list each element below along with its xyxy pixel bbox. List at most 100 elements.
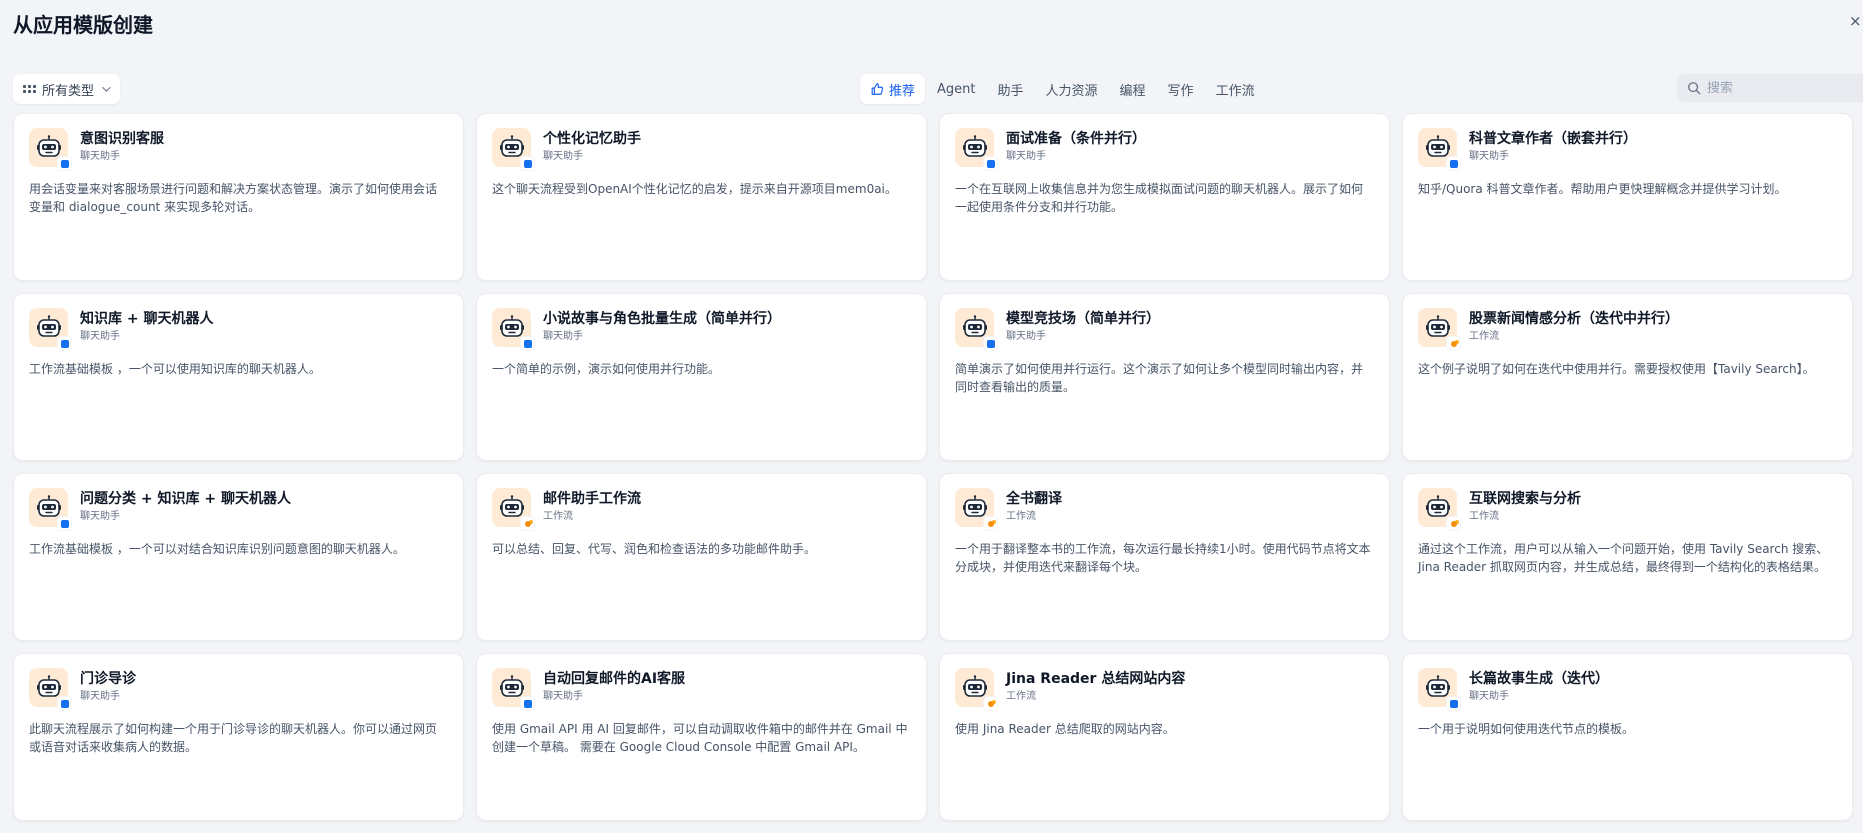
type-filter-dropdown[interactable]: 所有类型	[13, 74, 120, 104]
card-title: 知识库 + 聊天机器人	[80, 311, 214, 327]
tab-label: 助手	[997, 83, 1024, 99]
tab-0[interactable]: 推荐	[860, 74, 926, 104]
chat-badge-icon	[58, 517, 71, 530]
workflow-badge-icon	[1447, 517, 1460, 530]
card-description: 使用 Jina Reader 总结爬取的网站内容。	[955, 722, 1175, 736]
tab-1[interactable]: Agent	[927, 74, 985, 104]
tab-label: 写作	[1167, 83, 1194, 99]
card-description: 一个简单的示例，演示如何使用并行功能。	[492, 362, 721, 376]
chat-badge-icon	[984, 337, 997, 350]
robot-icon	[29, 308, 71, 350]
chat-badge-icon	[984, 157, 997, 170]
robot-icon	[492, 488, 534, 530]
tab-5[interactable]: 写作	[1158, 74, 1204, 104]
card-type: 工作流	[1006, 691, 1036, 702]
template-card[interactable]: 自动回复邮件的AI客服 聊天助手 使用 Gmail API 用 AI 回复邮件，可以…	[476, 653, 927, 821]
card-description: 简单演示了如何使用并行运行。这个演示了如何让多个模型同时输出内容，并同时查看输出…	[955, 362, 1364, 394]
card-title: 门诊导诊	[80, 671, 136, 687]
template-card[interactable]: 邮件助手工作流 工作流 可以总结、回复、代写、润色和检查语法的多功能邮件助手。	[476, 473, 927, 641]
card-header: 自动回复邮件的AI客服 聊天助手	[492, 668, 911, 710]
template-card[interactable]: 小说故事与角色批量生成（简单并行） 聊天助手一个简单的示例，演示如何使用并行功能。	[476, 293, 927, 461]
card-type: 聊天助手	[80, 331, 120, 342]
category-tabs: 推荐 Agent 助手 人力资源 编程 写作 工作流	[860, 74, 1265, 104]
template-card[interactable]: 科普文章作者（嵌套并行） 聊天助手知乎/Quora 科普文章作者。帮助用户更快理解…	[1402, 113, 1853, 281]
tab-4[interactable]: 编程	[1110, 74, 1156, 104]
tab-label: 工作流	[1215, 83, 1255, 99]
card-type: 聊天助手	[80, 511, 120, 522]
card-title: 面试准备（条件并行）	[1006, 131, 1146, 147]
card-description: 一个用于说明如何使用迭代节点的模板。	[1418, 722, 1635, 736]
card-header: 全书翻译 工作流	[955, 488, 1374, 530]
robot-icon	[29, 668, 71, 710]
card-description: 一个在互联网上收集信息并为您生成模拟面试问题的聊天机器人。展示了如何一起使用条件…	[955, 182, 1364, 214]
card-header: Jina Reader 总结网站内容工作流	[955, 668, 1374, 710]
robot-icon	[955, 668, 997, 710]
robot-icon	[492, 128, 534, 170]
template-card[interactable]: 长篇故事生成（迭代） 聊天助手 一个用于说明如何使用迭代节点的模板。	[1402, 653, 1853, 821]
close-icon[interactable]: ×	[1849, 14, 1863, 28]
card-description: 通过这个工作流，用户可以从输入一个问题开始，使用 Tavily Search 搜…	[1418, 542, 1829, 574]
card-description: 一个用于翻译整本书的工作流，每次运行最长持续1小时。使用代码节点将文本分成块，并…	[955, 542, 1371, 574]
card-title: 小说故事与角色批量生成（简单并行）	[543, 311, 781, 327]
card-type: 聊天助手	[543, 691, 583, 702]
template-card[interactable]: Jina Reader 总结网站内容工作流使用 Jina Reader 总结爬取…	[939, 653, 1390, 821]
card-header: 小说故事与角色批量生成（简单并行） 聊天助手	[492, 308, 911, 350]
card-type: 聊天助手	[1469, 151, 1509, 162]
robot-icon	[1418, 128, 1460, 170]
robot-icon	[29, 128, 71, 170]
template-card[interactable]: 全书翻译 工作流一个用于翻译整本书的工作流，每次运行最长持续1小时。使用代码节点将…	[939, 473, 1390, 641]
robot-icon	[955, 308, 997, 350]
template-card[interactable]: 门诊导诊 聊天助手 此聊天流程展示了如何构建一个用于门诊导诊的聊天机器人。你可以通过…	[13, 653, 464, 821]
card-header: 股票新闻情感分析（迭代中并行） 工作流	[1418, 308, 1837, 350]
robot-icon	[1418, 488, 1460, 530]
chat-badge-icon	[521, 697, 534, 710]
template-card[interactable]: 互联网搜索与分析工作流通过这个工作流，用户可以从输入一个问题开始，使用 Tavi…	[1402, 473, 1853, 641]
card-title: 模型竞技场（简单并行）	[1006, 311, 1160, 327]
card-type: 聊天助手	[1006, 331, 1046, 342]
tab-2[interactable]: 助手	[988, 74, 1034, 104]
card-title: 问题分类 + 知识库 + 聊天机器人	[80, 491, 291, 507]
card-type: 聊天助手	[543, 331, 583, 342]
card-description: 此聊天流程展示了如何构建一个用于门诊导诊的聊天机器人。你可以通过网页或语音对话来…	[29, 722, 438, 754]
robot-icon	[492, 308, 534, 350]
search-input[interactable]	[1707, 80, 1847, 96]
card-title: 互联网搜索与分析	[1469, 491, 1581, 507]
card-description: 知乎/Quora 科普文章作者。帮助用户更快理解概念并提供学习计划。	[1418, 182, 1787, 196]
tab-3[interactable]: 人力资源	[1036, 74, 1108, 104]
robot-icon	[1418, 308, 1460, 350]
grid-icon	[23, 85, 36, 93]
template-card[interactable]: 股票新闻情感分析（迭代中并行） 工作流 这个例子说明了如何在迭代中使用并行。需要授权…	[1402, 293, 1853, 461]
tab-label: 人力资源	[1045, 83, 1098, 99]
card-title: 科普文章作者（嵌套并行）	[1469, 131, 1637, 147]
workflow-badge-icon	[984, 697, 997, 710]
card-description: 这个聊天流程受到OpenAI个性化记忆的启发，提示来自开源项目mem0ai。	[492, 182, 897, 196]
template-card[interactable]: 个性化记忆助手 聊天助手这个聊天流程受到OpenAI个性化记忆的启发，提示来自开源…	[476, 113, 927, 281]
template-card[interactable]: 知识库 + 聊天机器人 聊天助手 工作流基础模板 ，一个可以使用知识库的聊天机器人。	[13, 293, 464, 461]
card-description: 用会话变量来对客服场景进行问题和解决方案状态管理。演示了如何使用会话变量和 di…	[29, 182, 438, 214]
tab-6[interactable]: 工作流	[1206, 74, 1265, 104]
card-type: 工作流	[1469, 511, 1499, 522]
card-title: 长篇故事生成（迭代）	[1469, 671, 1609, 687]
card-header: 个性化记忆助手 聊天助手	[492, 128, 911, 170]
card-description: 工作流基础模板 ，一个可以对结合知识库识别问题意图的聊天机器人。	[29, 542, 405, 556]
card-header: 知识库 + 聊天机器人聊天助手	[29, 308, 448, 350]
card-title: Jina Reader 总结网站内容	[1006, 671, 1186, 687]
card-type: 聊天助手	[80, 151, 120, 162]
template-card[interactable]: 面试准备（条件并行） 聊天助手一个在互联网上收集信息并为您生成模拟面试问题的聊天机…	[939, 113, 1390, 281]
chat-badge-icon	[1447, 697, 1460, 710]
search-box[interactable]	[1677, 74, 1863, 102]
robot-icon	[492, 668, 534, 710]
workflow-badge-icon	[521, 517, 534, 530]
type-filter-label: 所有类型	[42, 83, 95, 99]
card-type: 聊天助手	[543, 151, 583, 162]
card-header: 互联网搜索与分析工作流	[1418, 488, 1837, 530]
card-type: 聊天助手	[1006, 151, 1046, 162]
template-card[interactable]: 问题分类 + 知识库 + 聊天机器人聊天助手工作流基础模板 ，一个可以对结合知识…	[13, 473, 464, 641]
card-header: 意图识别客服 聊天助手	[29, 128, 448, 170]
template-card[interactable]: 模型竞技场（简单并行） 聊天助手简单演示了如何使用并行运行。这个演示了如何让多个模…	[939, 293, 1390, 461]
card-header: 面试准备（条件并行） 聊天助手	[955, 128, 1374, 170]
tab-label: 编程	[1119, 83, 1146, 99]
template-card[interactable]: 意图识别客服 聊天助手用会话变量来对客服场景进行问题和解决方案状态管理。演示了如何…	[13, 113, 464, 281]
robot-icon	[29, 488, 71, 530]
robot-icon	[1418, 668, 1460, 710]
